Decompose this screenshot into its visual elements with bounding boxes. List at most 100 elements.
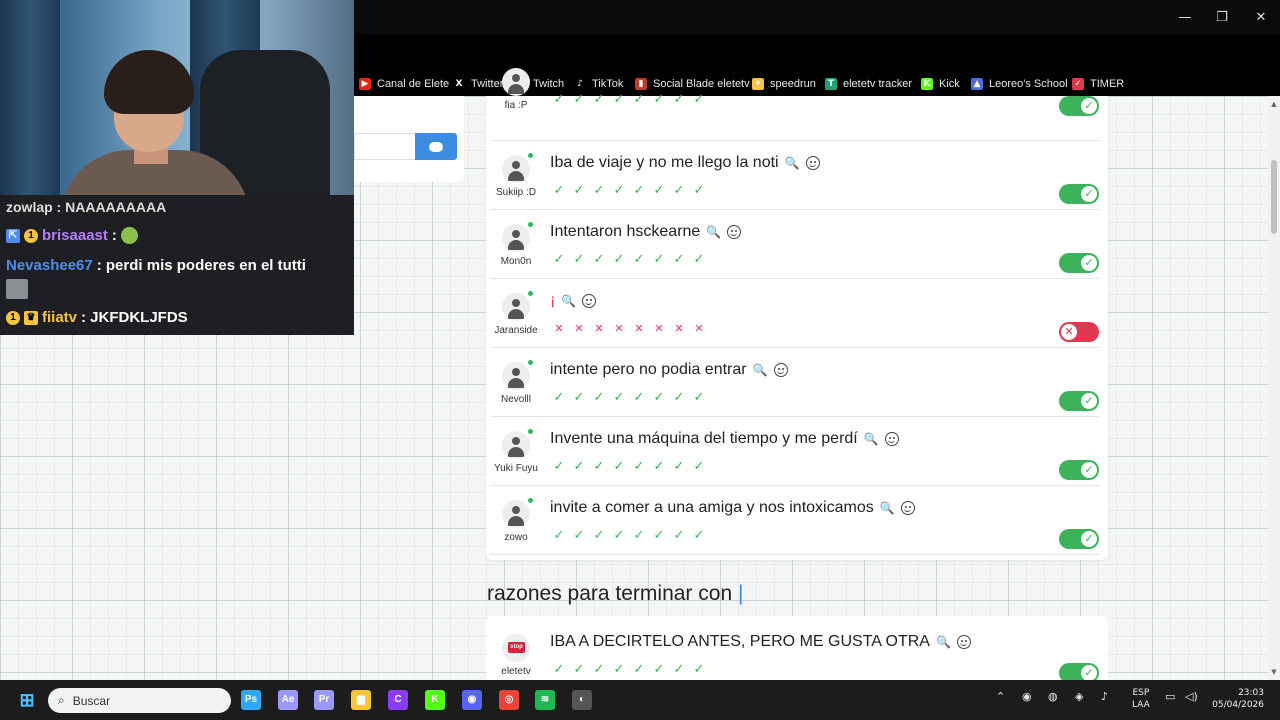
- reason-username: Mon0n: [500, 256, 532, 267]
- add-reaction-icon[interactable]: [956, 635, 971, 649]
- approve-vote-icon: ✓: [613, 183, 625, 198]
- approve-vote-icon: ✓: [573, 252, 585, 267]
- reason-row: stop eletetv IBA A DECIRTELO ANTES, PERO…: [490, 620, 1100, 689]
- approve-vote-icon: ✓: [593, 183, 605, 198]
- reason-text: Iba de viaje y no me llego la noti: [550, 154, 779, 171]
- avatar: [502, 68, 530, 96]
- avatar: stop: [502, 634, 530, 662]
- check-icon: ✓: [1081, 393, 1097, 409]
- clock-time: 23:03: [1238, 688, 1264, 698]
- reason-text: Intentaron hsckearne: [550, 223, 701, 240]
- clock-date: 05/04/2026: [1212, 700, 1264, 710]
- add-reaction-icon[interactable]: [727, 225, 742, 239]
- discord-app[interactable]: ◉: [462, 690, 482, 710]
- curtain-left: [0, 0, 60, 207]
- obs-app[interactable]: ◐: [572, 690, 592, 710]
- check-icon: ✓: [1081, 462, 1097, 478]
- search-icon[interactable]: 🔍: [936, 635, 951, 649]
- reason-username: zowo: [504, 532, 528, 543]
- message-input[interactable]: [354, 133, 416, 160]
- add-reaction-icon[interactable]: [805, 156, 820, 170]
- search-icon[interactable]: 🔍: [753, 363, 768, 377]
- vote-list: ✓ ✓ ✓ ✓ ✓ ✓ ✓ ✓: [552, 253, 706, 267]
- search-icon: ⌕: [58, 693, 65, 707]
- scroll-up-icon[interactable]: ▲: [1269, 100, 1279, 108]
- approve-toggle[interactable]: ✕: [1059, 322, 1099, 342]
- approve-toggle[interactable]: ✓: [1059, 460, 1099, 480]
- approve-vote-icon: ✓: [553, 390, 565, 405]
- approve-vote-icon: ✓: [593, 252, 605, 267]
- approve-vote-icon: ✓: [553, 252, 565, 267]
- vote-list: ✓ ✓ ✓ ✓ ✓ ✓ ✓ ✓: [552, 663, 706, 677]
- reason-username: Sukiip :D: [495, 187, 536, 198]
- microphone-icon[interactable]: ♪: [1101, 690, 1108, 703]
- bookmark-item[interactable]: ▶ Canal de Elete: [359, 76, 449, 92]
- vote-list: ✓ ✓ ✓ ✓ ✓ ✓ ✓ ✓: [552, 93, 706, 107]
- approve-toggle[interactable]: ✓: [1059, 529, 1099, 549]
- add-reaction-icon[interactable]: [773, 363, 788, 377]
- approve-toggle[interactable]: ✓: [1059, 391, 1099, 411]
- chrome-app[interactable]: ◎: [499, 690, 519, 710]
- photoshop-app[interactable]: Ps: [241, 690, 261, 710]
- reason-text-wrap: invite a comer a una amiga y nos intoxic…: [550, 499, 915, 517]
- avatar-head: [512, 74, 520, 82]
- scroll-thumb[interactable]: [1271, 160, 1277, 234]
- network-icon[interactable]: ▭: [1165, 690, 1175, 703]
- avatar: [502, 293, 530, 321]
- search-icon[interactable]: 🔍: [880, 501, 895, 515]
- avatar-body: [508, 171, 524, 181]
- shield-icon[interactable]: ◈: [1075, 690, 1083, 703]
- approve-toggle[interactable]: ✓: [1059, 184, 1099, 204]
- aftereffects-app[interactable]: Ae: [278, 690, 298, 710]
- reason-username: fia :P: [504, 100, 528, 111]
- spotify-app[interactable]: ≋: [535, 690, 555, 710]
- discord-tray-icon[interactable]: ◉: [1022, 690, 1032, 703]
- chat-message: 1 ♛ fiiatv : JKFDKLJFDS: [6, 309, 188, 326]
- premiere-app[interactable]: Pr: [314, 690, 334, 710]
- add-reaction-icon[interactable]: [900, 501, 915, 515]
- approve-vote-icon: ✓: [553, 92, 565, 107]
- approve-vote-icon: ✓: [613, 390, 625, 405]
- approve-vote-icon: ✓: [693, 252, 705, 267]
- file-explorer-app[interactable]: ▆: [351, 690, 371, 710]
- avatar: [502, 224, 530, 252]
- emote-icon: [120, 227, 138, 244]
- online-indicator: [528, 429, 533, 434]
- approve-toggle[interactable]: ✓: [1059, 253, 1099, 273]
- chat-text: :: [111, 227, 117, 244]
- reason-row: fia :P ✓ ✓ ✓ ✓ ✓ ✓ ✓ ✓ ✓: [490, 68, 1100, 141]
- crown-icon: ♛: [24, 310, 38, 325]
- approve-vote-icon: ✓: [653, 252, 665, 267]
- close-button[interactable]: ✕: [1238, 0, 1280, 34]
- add-reaction-icon[interactable]: [884, 432, 899, 446]
- taskbar-search-placeholder: Buscar: [72, 693, 111, 708]
- windows-start-icon[interactable]: ⊞: [17, 690, 37, 710]
- canva-app[interactable]: C: [388, 690, 408, 710]
- search-icon[interactable]: 🔍: [864, 432, 879, 446]
- add-reaction-icon[interactable]: [582, 294, 597, 308]
- approve-vote-icon: ✓: [613, 528, 625, 543]
- language-indicator[interactable]: ESP LAA: [1132, 687, 1150, 711]
- kick-app[interactable]: K: [425, 690, 445, 710]
- reason-text: intente pero no podia entrar: [550, 361, 747, 378]
- approve-vote-icon: ✓: [553, 183, 565, 198]
- volume-icon[interactable]: ◁): [1185, 690, 1198, 703]
- chevron-up-icon[interactable]: ⌃: [996, 690, 1005, 703]
- approve-toggle[interactable]: ✓: [1059, 96, 1099, 116]
- scroll-down-icon[interactable]: ▼: [1269, 668, 1279, 676]
- reject-vote-icon: ✕: [654, 322, 664, 335]
- clock[interactable]: 23:03 05/04/2026: [1212, 687, 1264, 711]
- steam-tray-icon[interactable]: ◍: [1048, 690, 1058, 703]
- search-icon[interactable]: 🔍: [561, 294, 576, 308]
- approve-vote-icon: ✓: [593, 92, 605, 107]
- search-icon[interactable]: 🔍: [785, 156, 800, 170]
- reason-text: ¡: [550, 292, 556, 309]
- check-icon: ✓: [1081, 186, 1097, 202]
- reject-vote-icon: ✕: [674, 322, 684, 335]
- send-message-button[interactable]: [415, 133, 457, 160]
- search-icon[interactable]: 🔍: [706, 225, 721, 239]
- reason-text-wrap: IBA A DECIRTELO ANTES, PERO ME GUSTA OTR…: [550, 633, 971, 651]
- avatar-head: [512, 299, 520, 307]
- avatar-body: [508, 84, 524, 94]
- taskbar-search[interactable]: ⌕ Buscar: [48, 688, 231, 713]
